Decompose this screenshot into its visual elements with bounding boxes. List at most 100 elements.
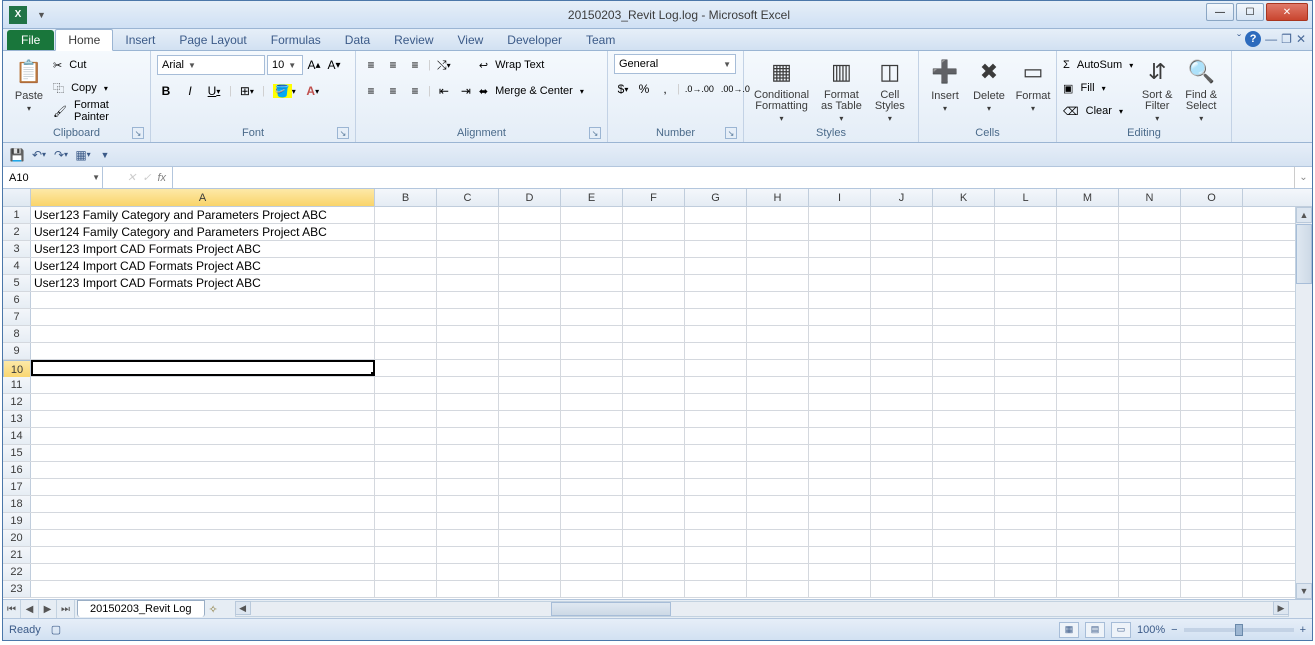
redo-button[interactable]: ↷▾ — [51, 146, 71, 164]
cell[interactable] — [499, 207, 561, 223]
cell[interactable] — [437, 309, 499, 325]
cell[interactable] — [1119, 411, 1181, 427]
cell[interactable] — [1057, 241, 1119, 257]
page-break-view-button[interactable]: ▭ — [1111, 622, 1131, 638]
cell[interactable] — [1119, 564, 1181, 580]
cell[interactable] — [685, 445, 747, 461]
qat-custom-button[interactable]: ▦▾ — [73, 146, 93, 164]
cell[interactable] — [995, 564, 1057, 580]
cell[interactable] — [561, 513, 623, 529]
column-header[interactable]: G — [685, 189, 747, 206]
cell[interactable] — [561, 309, 623, 325]
cell[interactable] — [1181, 445, 1243, 461]
cell[interactable] — [375, 394, 437, 410]
cell[interactable] — [375, 496, 437, 512]
row-header[interactable]: 5 — [3, 275, 31, 291]
format-cells-button[interactable]: ▭Format▾ — [1013, 54, 1053, 115]
cell[interactable] — [995, 360, 1057, 376]
cell[interactable] — [31, 360, 375, 376]
cell[interactable] — [31, 479, 375, 495]
cell[interactable] — [499, 394, 561, 410]
cell[interactable] — [995, 292, 1057, 308]
cell[interactable] — [437, 513, 499, 529]
column-header[interactable]: D — [499, 189, 561, 206]
cell[interactable] — [561, 479, 623, 495]
cell[interactable] — [561, 275, 623, 291]
minimize-ribbon-icon[interactable]: ˇ — [1237, 32, 1241, 46]
tab-insert[interactable]: Insert — [113, 30, 167, 50]
cell[interactable] — [623, 343, 685, 359]
row-header[interactable]: 17 — [3, 479, 31, 495]
cell[interactable] — [871, 343, 933, 359]
cell[interactable] — [809, 581, 871, 597]
orientation-button[interactable]: ⤭▾ — [435, 55, 453, 75]
cell[interactable] — [747, 513, 809, 529]
cell[interactable] — [809, 292, 871, 308]
cell[interactable] — [375, 275, 437, 291]
column-header[interactable]: I — [809, 189, 871, 206]
cell[interactable] — [1057, 462, 1119, 478]
cell[interactable] — [499, 462, 561, 478]
cell[interactable] — [995, 513, 1057, 529]
cell[interactable] — [1119, 258, 1181, 274]
cell[interactable] — [995, 377, 1057, 393]
cell[interactable] — [809, 530, 871, 546]
cell[interactable] — [871, 377, 933, 393]
cell[interactable] — [499, 309, 561, 325]
align-center-button[interactable]: ≡ — [384, 81, 402, 101]
cell[interactable] — [1119, 394, 1181, 410]
cell[interactable] — [437, 496, 499, 512]
cell[interactable] — [623, 530, 685, 546]
find-select-button[interactable]: 🔍Find & Select▾ — [1181, 54, 1221, 125]
cell[interactable] — [933, 326, 995, 342]
cell[interactable]: User123 Import CAD Formats Project ABC — [31, 275, 375, 291]
cell[interactable] — [1057, 343, 1119, 359]
cell[interactable] — [375, 326, 437, 342]
cell[interactable] — [1119, 428, 1181, 444]
paste-dropdown-icon[interactable]: ▾ — [27, 104, 31, 113]
cell[interactable] — [995, 258, 1057, 274]
copy-dropdown-icon[interactable]: ▾ — [104, 84, 108, 93]
percent-button[interactable]: % — [635, 79, 653, 99]
cell[interactable] — [375, 445, 437, 461]
scroll-left-icon[interactable]: ◀ — [235, 601, 251, 615]
cell[interactable] — [685, 292, 747, 308]
cell[interactable] — [561, 360, 623, 376]
cell[interactable] — [1057, 360, 1119, 376]
align-top-button[interactable]: ≡ — [362, 55, 380, 75]
cell[interactable] — [685, 428, 747, 444]
chevron-down-icon[interactable]: ▼ — [92, 173, 100, 182]
cell[interactable] — [871, 428, 933, 444]
cell[interactable] — [561, 258, 623, 274]
zoom-out-button[interactable]: − — [1171, 624, 1177, 636]
cell[interactable] — [437, 275, 499, 291]
cell[interactable] — [623, 224, 685, 240]
cell[interactable] — [933, 343, 995, 359]
cell[interactable] — [1119, 547, 1181, 563]
cell[interactable] — [437, 224, 499, 240]
cell[interactable] — [499, 428, 561, 444]
sheet-nav-last-icon[interactable]: ⏭ — [57, 600, 75, 618]
fill-color-button[interactable]: 🪣▾ — [271, 81, 298, 101]
row-header[interactable]: 13 — [3, 411, 31, 427]
column-header[interactable]: H — [747, 189, 809, 206]
row-header[interactable]: 16 — [3, 462, 31, 478]
cell[interactable] — [685, 496, 747, 512]
cell[interactable] — [623, 207, 685, 223]
cell[interactable] — [1119, 479, 1181, 495]
shrink-font-button[interactable]: A▾ — [325, 55, 343, 75]
cell[interactable] — [1119, 224, 1181, 240]
cell[interactable] — [437, 530, 499, 546]
cell[interactable] — [561, 496, 623, 512]
cell[interactable] — [1057, 445, 1119, 461]
cell[interactable] — [561, 411, 623, 427]
cell[interactable] — [809, 394, 871, 410]
cell[interactable] — [685, 547, 747, 563]
cell[interactable] — [747, 326, 809, 342]
cell[interactable] — [747, 445, 809, 461]
cell[interactable] — [1181, 547, 1243, 563]
cell[interactable] — [871, 241, 933, 257]
column-header[interactable]: M — [1057, 189, 1119, 206]
cell[interactable] — [747, 360, 809, 376]
cell[interactable] — [871, 411, 933, 427]
